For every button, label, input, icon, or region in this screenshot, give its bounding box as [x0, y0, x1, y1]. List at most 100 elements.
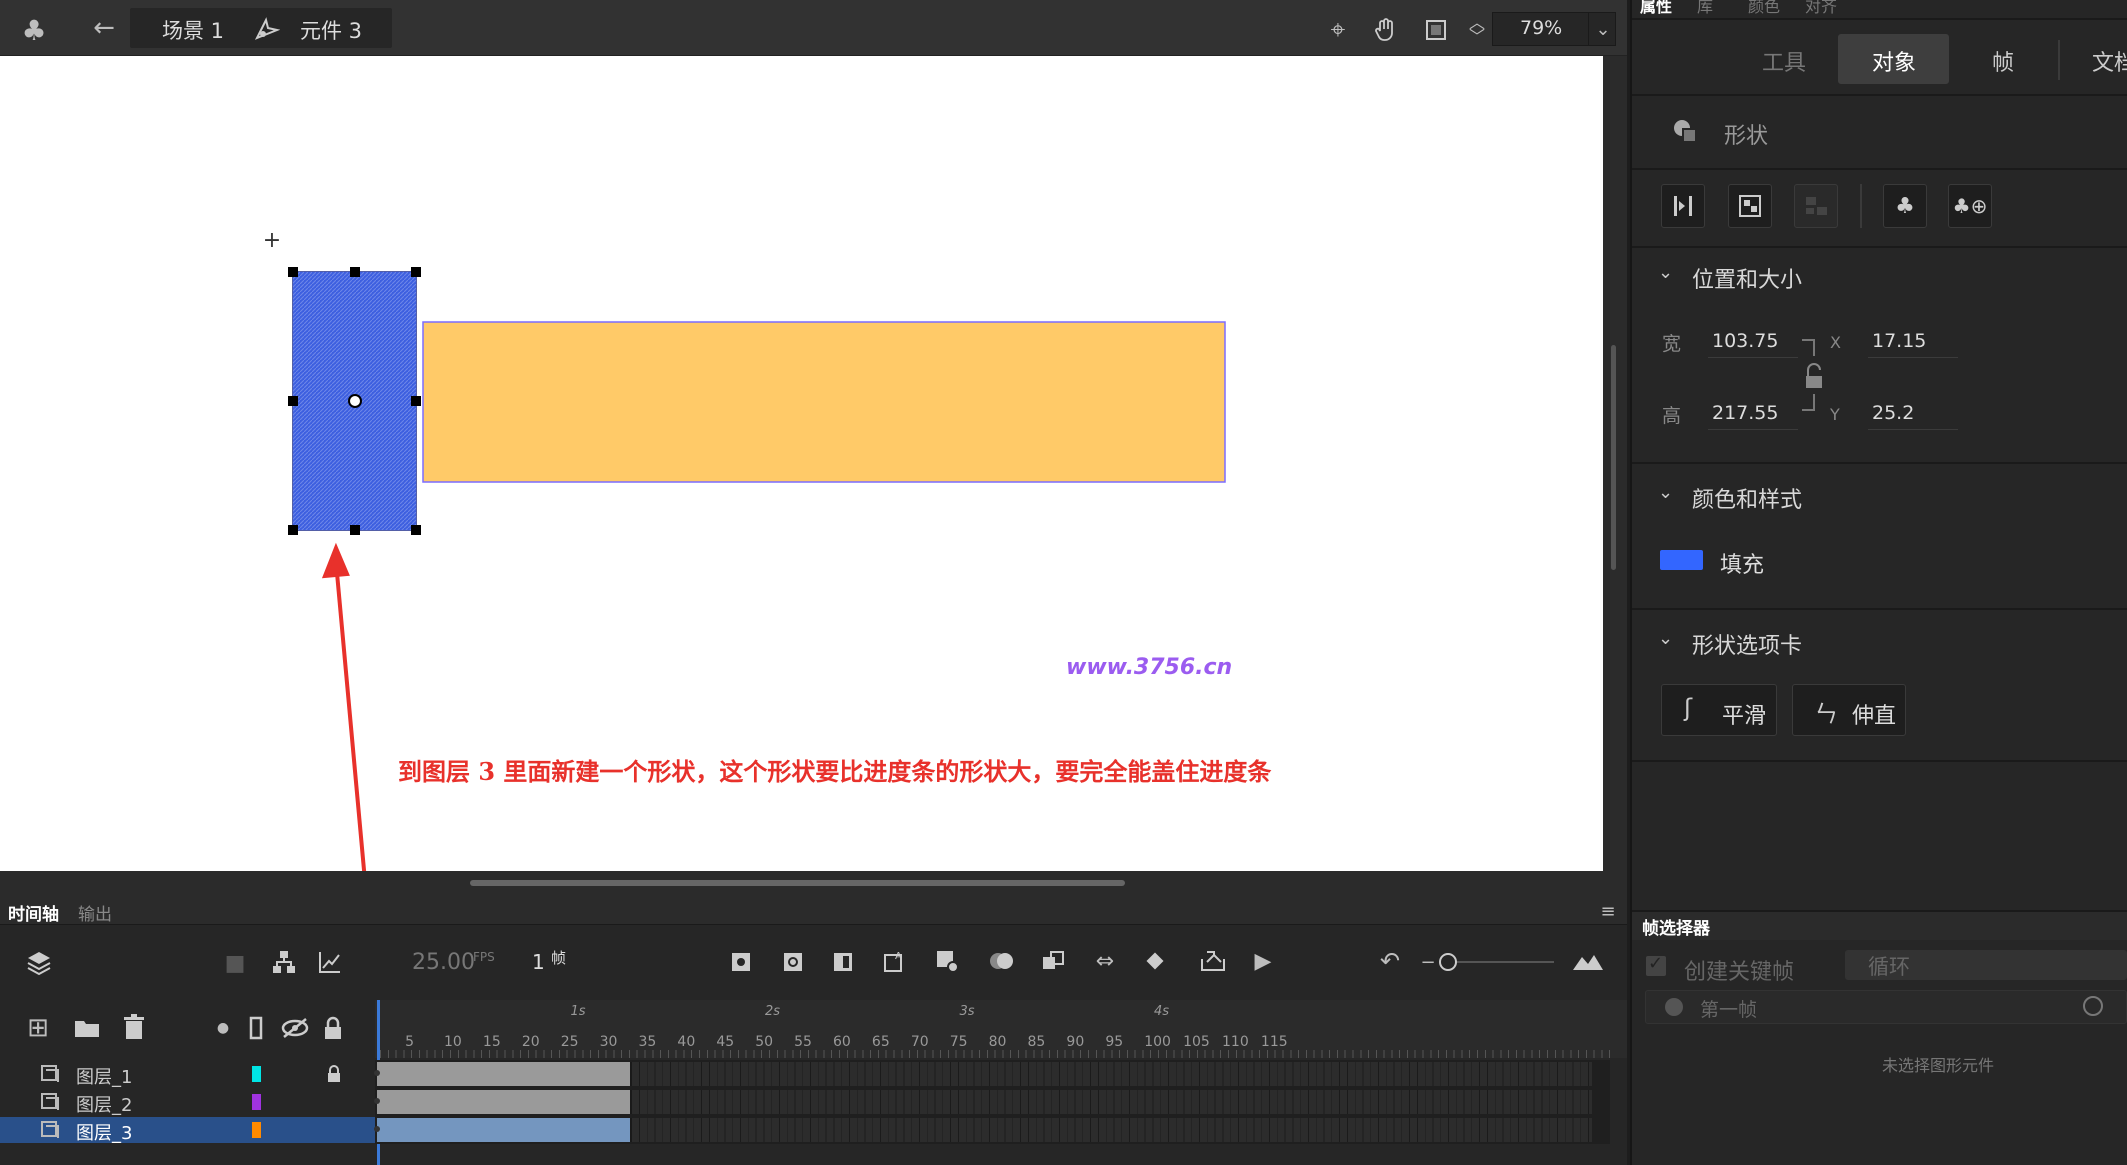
outline-icon[interactable]: [244, 1014, 268, 1042]
frame-unit: 帧: [551, 949, 567, 967]
stage-vertical-scrollbar[interactable]: [1611, 345, 1616, 570]
tab-output[interactable]: 输出: [78, 900, 112, 925]
add-symbol-button[interactable]: ♣⊕: [1948, 184, 1992, 228]
folder-icon[interactable]: [72, 1014, 102, 1042]
onion-skin-icon[interactable]: [986, 946, 1018, 976]
current-frame[interactable]: 1: [532, 950, 545, 974]
ruler-frame-number: 100: [1144, 1034, 1171, 1050]
mode-tab-document[interactable]: 文档: [2092, 45, 2127, 77]
layer-color-swatch[interactable]: [252, 1066, 261, 1082]
mode-tab-frame[interactable]: 帧: [1992, 45, 2014, 77]
swap-symbol-button[interactable]: ♣: [1883, 184, 1927, 228]
zoom-out-icon[interactable]: −: [1416, 952, 1440, 973]
loop-icon[interactable]: [1140, 946, 1170, 976]
mode-tab-object[interactable]: 对象: [1872, 45, 1916, 77]
watermark-text: www.3756.cn: [1066, 655, 1233, 680]
collapse-position-icon[interactable]: ⌄: [1658, 262, 1673, 283]
height-field[interactable]: 217.55: [1708, 396, 1798, 430]
collapse-shape-options-icon[interactable]: ⌄: [1658, 628, 1673, 649]
breadcrumb-scene[interactable]: 场景 1: [162, 15, 224, 45]
fill-color-swatch[interactable]: [1660, 550, 1703, 570]
empty-frames[interactable]: [632, 1062, 1592, 1086]
transform-pivot[interactable]: [348, 394, 362, 408]
insert-keyframe-icon[interactable]: [727, 948, 755, 976]
layer-color-swatch[interactable]: [252, 1094, 261, 1110]
convert-to-symbol-button[interactable]: [1728, 184, 1772, 228]
frame-span[interactable]: [377, 1090, 632, 1114]
ruler-frame-number: 25: [560, 1034, 579, 1050]
clip-content-icon[interactable]: [1418, 12, 1454, 48]
hide-all-icon[interactable]: [280, 1014, 310, 1042]
fps-value[interactable]: 25.00: [412, 950, 475, 975]
mode-tab-tool[interactable]: 工具: [1762, 45, 1806, 77]
dot-icon: ●: [216, 1020, 230, 1036]
progress-bar-shape[interactable]: [422, 321, 1226, 483]
layer-name[interactable]: 图层_3: [76, 1119, 132, 1145]
timeline-zoom-thumb[interactable]: [1439, 953, 1457, 971]
width-field[interactable]: 103.75: [1708, 324, 1798, 358]
layer-row[interactable]: 图层_2: [0, 1089, 375, 1117]
shape-icon: [1670, 116, 1700, 146]
empty-frames[interactable]: [632, 1118, 1592, 1142]
frame-picker-title[interactable]: 帧选择器: [1642, 914, 1710, 939]
panel-menu-icon[interactable]: ≡: [1596, 900, 1620, 922]
play-icon[interactable]: ▶: [1248, 946, 1278, 976]
y-field[interactable]: 25.2: [1868, 396, 1958, 430]
lock-proportions-icon[interactable]: [1800, 336, 1830, 414]
tab-align[interactable]: 对齐: [1805, 0, 1837, 17]
new-layer-icon[interactable]: ⊞: [24, 1013, 52, 1043]
lock-icon[interactable]: [324, 1064, 344, 1084]
annotation-arrows: [321, 542, 367, 871]
x-field[interactable]: 17.15: [1868, 324, 1958, 358]
frame-span[interactable]: [377, 1118, 632, 1142]
keyframe-dot[interactable]: [374, 1098, 380, 1104]
layer-parenting-icon[interactable]: [268, 946, 300, 978]
layer-row[interactable]: 图层_3: [0, 1117, 375, 1145]
collapse-color-icon[interactable]: ⌄: [1658, 482, 1673, 503]
break-apart-button[interactable]: [1794, 184, 1838, 228]
layer-color-swatch[interactable]: [252, 1122, 261, 1138]
empty-frames[interactable]: [632, 1090, 1592, 1114]
keyframe-dot[interactable]: [374, 1070, 380, 1076]
edit-multiple-frames-icon[interactable]: [1038, 946, 1068, 976]
undo-icon[interactable]: ↶: [1374, 946, 1406, 976]
layer-row[interactable]: 图层_1: [0, 1061, 375, 1089]
sync-icon[interactable]: ⇔: [1090, 946, 1120, 976]
fill-label: 填充: [1720, 553, 1765, 578]
position-size-header[interactable]: 位置和大小: [1692, 262, 1802, 294]
tab-library[interactable]: 库: [1697, 0, 1713, 17]
layer-name[interactable]: 图层_2: [76, 1091, 132, 1117]
frame-span[interactable]: [377, 1062, 632, 1086]
layer-name[interactable]: 图层_1: [76, 1063, 132, 1089]
center-stage-icon[interactable]: ⌖: [1320, 12, 1356, 48]
tab-color[interactable]: 颜色: [1748, 0, 1780, 17]
clear-keyframe-icon[interactable]: [932, 946, 962, 976]
breadcrumb-symbol[interactable]: 元件 3: [300, 15, 362, 45]
lock-all-icon[interactable]: [320, 1014, 346, 1042]
insert-blank-keyframe-icon[interactable]: [779, 948, 807, 976]
auto-keyframe-icon[interactable]: A: [880, 946, 910, 976]
align-button[interactable]: [1661, 184, 1705, 228]
last-frame-radio[interactable]: [2083, 996, 2103, 1016]
keyframe-dot[interactable]: [374, 1126, 380, 1132]
first-frame-radio[interactable]: [1665, 998, 1683, 1016]
export-icon[interactable]: [1196, 946, 1230, 976]
delete-icon[interactable]: [120, 1012, 148, 1042]
loop-label: 循环: [1868, 955, 1910, 979]
insert-frame-icon[interactable]: [829, 948, 857, 976]
hand-tool-icon[interactable]: [1368, 12, 1404, 48]
zoom-stepper-icon[interactable]: ︿ ﹀: [1464, 10, 1490, 50]
ruler-frame-number: 60: [833, 1034, 851, 1050]
back-arrow-icon[interactable]: ←: [86, 10, 122, 46]
tab-properties[interactable]: 属性: [1640, 0, 1672, 17]
create-keyframe-label: 创建关键帧: [1684, 960, 1795, 985]
shape-options-header[interactable]: 形状选项卡: [1692, 628, 1802, 660]
tab-timeline[interactable]: 时间轴: [8, 900, 59, 925]
camera-icon[interactable]: ■: [220, 948, 250, 978]
graph-icon[interactable]: [314, 946, 346, 978]
layers-icon[interactable]: [22, 946, 56, 980]
timeline-zoom-slider[interactable]: [1446, 961, 1554, 963]
mountains-icon[interactable]: [1570, 946, 1606, 976]
stage-horizontal-scrollbar[interactable]: [470, 880, 1125, 886]
color-style-header[interactable]: 颜色和样式: [1692, 482, 1802, 514]
